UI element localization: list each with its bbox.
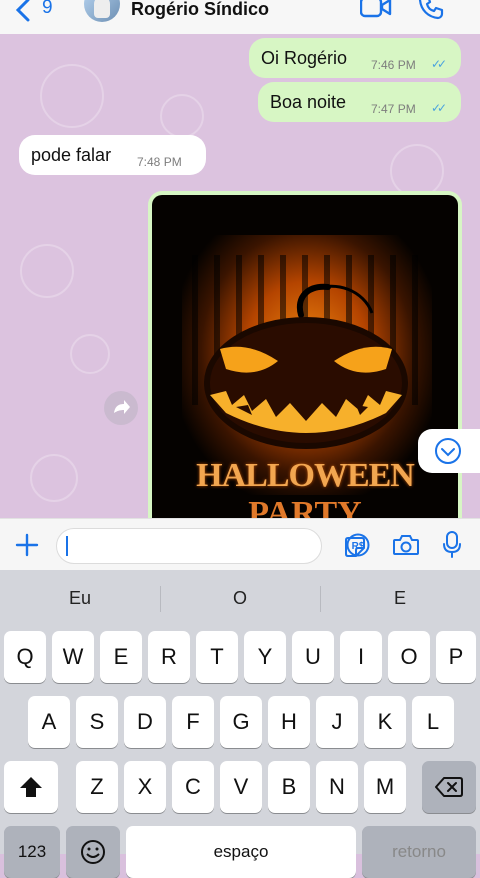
chevron-left-icon[interactable]: [14, 0, 34, 22]
message-text: Oi Rogério: [261, 48, 348, 68]
message-input[interactable]: [56, 528, 365, 564]
pumpkin-icon: [204, 283, 408, 449]
wallpaper-doodle: [70, 334, 110, 374]
avatar[interactable]: [84, 0, 120, 22]
key-g[interactable]: G: [220, 696, 262, 748]
image-title-line2: PARTY: [248, 495, 362, 518]
halloween-party-image[interactable]: HALLOWEEN PARTY: [152, 195, 458, 518]
message-time: 7:46 PM: [371, 58, 416, 72]
message-bubble-outgoing[interactable]: Boa noite 7:47 PM ✓✓: [258, 82, 461, 122]
emoji-icon: [81, 840, 105, 864]
svg-text:R$: R$: [352, 541, 365, 552]
backspace-key[interactable]: [422, 761, 476, 813]
key-b[interactable]: B: [268, 761, 310, 813]
key-h[interactable]: H: [268, 696, 310, 748]
emoji-key[interactable]: [66, 826, 120, 878]
video-call-icon[interactable]: [360, 0, 392, 20]
phone-icon[interactable]: [418, 0, 444, 20]
numbers-key[interactable]: 123: [4, 826, 60, 878]
key-t[interactable]: T: [196, 631, 238, 683]
space-key[interactable]: espaço: [126, 826, 356, 878]
key-u[interactable]: U: [292, 631, 334, 683]
suggestion-2[interactable]: O: [160, 570, 320, 626]
scroll-to-bottom-button[interactable]: [418, 429, 480, 473]
chevron-down-icon: [435, 438, 461, 464]
pix-icon[interactable]: R$: [346, 533, 370, 557]
key-m[interactable]: M: [364, 761, 406, 813]
return-key[interactable]: retorno: [362, 826, 476, 878]
message-text: pode falar: [31, 145, 112, 165]
wallpaper-doodle: [20, 244, 74, 298]
key-e[interactable]: E: [100, 631, 142, 683]
text-caret: [66, 536, 68, 556]
message-bubble-outgoing[interactable]: Oi Rogério 7:46 PM ✓✓: [249, 38, 461, 78]
message-text: Boa noite: [270, 92, 347, 112]
wallpaper-doodle: [160, 94, 204, 138]
message-time: 7:48 PM: [137, 155, 182, 169]
key-s[interactable]: S: [76, 696, 118, 748]
key-x[interactable]: X: [124, 761, 166, 813]
key-n[interactable]: N: [316, 761, 358, 813]
key-z[interactable]: Z: [76, 761, 118, 813]
back-count[interactable]: 9: [42, 0, 53, 19]
read-receipt-icon: ✓✓: [431, 101, 447, 115]
key-f[interactable]: F: [172, 696, 214, 748]
key-v[interactable]: V: [220, 761, 262, 813]
shift-icon: [20, 777, 42, 797]
camera-icon[interactable]: [392, 533, 420, 557]
key-q[interactable]: Q: [4, 631, 46, 683]
message-input-bar: R$: [0, 518, 480, 571]
key-i[interactable]: I: [340, 631, 382, 683]
microphone-icon[interactable]: [442, 530, 462, 560]
shift-key[interactable]: [4, 761, 58, 813]
backspace-icon: [435, 777, 463, 797]
key-d[interactable]: D: [124, 696, 166, 748]
key-w[interactable]: W: [52, 631, 94, 683]
forward-button[interactable]: [104, 391, 138, 425]
key-r[interactable]: R: [148, 631, 190, 683]
chat-area[interactable]: Oi Rogério 7:46 PM ✓✓ Boa noite 7:47 PM …: [0, 34, 480, 518]
key-p[interactable]: P: [436, 631, 476, 683]
wallpaper-doodle: [30, 454, 78, 502]
image-message-bubble[interactable]: HALLOWEEN PARTY: [148, 191, 462, 518]
message-time: 7:47 PM: [371, 102, 416, 116]
wallpaper-doodle: [390, 144, 444, 198]
key-j[interactable]: J: [316, 696, 358, 748]
key-c[interactable]: C: [172, 761, 214, 813]
suggestion-3[interactable]: E: [320, 570, 480, 626]
key-o[interactable]: O: [388, 631, 430, 683]
key-a[interactable]: A: [28, 696, 70, 748]
forward-icon: [114, 400, 130, 414]
image-title-line1: HALLOWEEN: [196, 457, 415, 494]
suggestion-1[interactable]: Eu: [0, 570, 160, 626]
read-receipt-icon: ✓✓: [431, 57, 447, 71]
keyboard: Eu O E Q W E R T Y U I O P A S D F G H J…: [0, 570, 480, 878]
wallpaper-doodle: [40, 64, 104, 128]
chat-header: 9 Rogério Síndico: [0, 0, 480, 34]
key-k[interactable]: K: [364, 696, 406, 748]
key-y[interactable]: Y: [244, 631, 286, 683]
contact-name[interactable]: Rogério Síndico: [131, 0, 269, 20]
message-bubble-incoming[interactable]: pode falar 7:48 PM: [19, 135, 206, 175]
plus-icon[interactable]: [15, 533, 39, 557]
key-l[interactable]: L: [412, 696, 454, 748]
